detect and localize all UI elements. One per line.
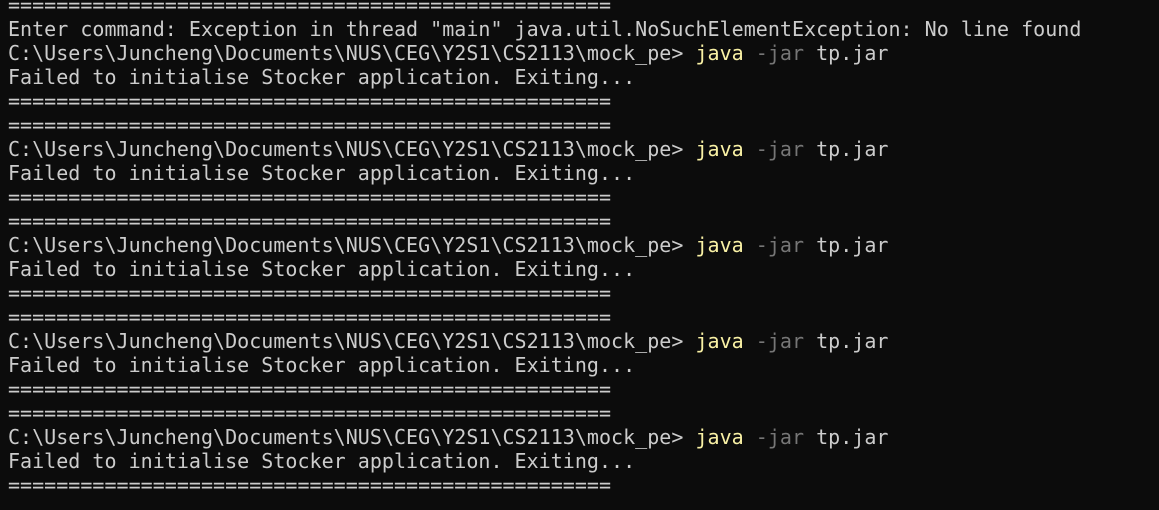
command-line: C:\Users\Juncheng\Documents\NUS\CEG\Y2S1… — [8, 329, 1159, 353]
command-argument: tp.jar — [816, 425, 889, 449]
command-flag: -jar — [755, 233, 805, 257]
separator-line: ========================================… — [8, 209, 612, 233]
command-flag: -jar — [755, 329, 805, 353]
error-message-line: Failed to initialise Stocker application… — [8, 353, 636, 377]
command-line: C:\Users\Juncheng\Documents\NUS\CEG\Y2S1… — [8, 233, 1159, 257]
command-line: C:\Users\Juncheng\Documents\NUS\CEG\Y2S1… — [8, 41, 1159, 65]
separator-line: ========================================… — [8, 281, 612, 305]
command-name: java — [695, 41, 744, 65]
separator-line: ========================================… — [8, 473, 612, 497]
error-message-line: Failed to initialise Stocker application… — [8, 449, 636, 473]
command-flag: -jar — [755, 425, 805, 449]
command-flag: -jar — [755, 41, 805, 65]
command-name: java — [695, 329, 744, 353]
exception-line: Enter command: Exception in thread "main… — [8, 17, 1082, 41]
separator-line: ========================================… — [8, 305, 612, 329]
command-argument: tp.jar — [816, 329, 889, 353]
separator-line: ========================================… — [8, 185, 612, 209]
prompt-path: C:\Users\Juncheng\Documents\NUS\CEG\Y2S1… — [8, 233, 696, 257]
command-name: java — [695, 137, 744, 161]
command-argument: tp.jar — [816, 233, 889, 257]
prompt-path: C:\Users\Juncheng\Documents\NUS\CEG\Y2S1… — [8, 329, 696, 353]
command-line: C:\Users\Juncheng\Documents\NUS\CEG\Y2S1… — [8, 137, 1159, 161]
error-message-line: Failed to initialise Stocker application… — [8, 161, 636, 185]
separator-line: ========================================… — [8, 89, 612, 113]
error-message-line: Failed to initialise Stocker application… — [8, 257, 636, 281]
command-name: java — [695, 425, 744, 449]
command-name: java — [695, 233, 744, 257]
separator-line: ========================================… — [8, 0, 612, 17]
command-argument: tp.jar — [816, 41, 889, 65]
prompt-path: C:\Users\Juncheng\Documents\NUS\CEG\Y2S1… — [8, 425, 696, 449]
separator-line: ========================================… — [8, 113, 612, 137]
separator-line: ========================================… — [8, 401, 612, 425]
command-line: C:\Users\Juncheng\Documents\NUS\CEG\Y2S1… — [8, 425, 1159, 449]
prompt-path: C:\Users\Juncheng\Documents\NUS\CEG\Y2S1… — [8, 41, 696, 65]
separator-line: ========================================… — [8, 377, 612, 401]
error-message-line: Failed to initialise Stocker application… — [8, 65, 636, 89]
prompt-path: C:\Users\Juncheng\Documents\NUS\CEG\Y2S1… — [8, 137, 696, 161]
terminal-output: ========================================… — [8, 0, 1159, 497]
command-argument: tp.jar — [816, 137, 889, 161]
command-flag: -jar — [755, 137, 805, 161]
terminal-window[interactable]: ========================================… — [0, 0, 1159, 510]
